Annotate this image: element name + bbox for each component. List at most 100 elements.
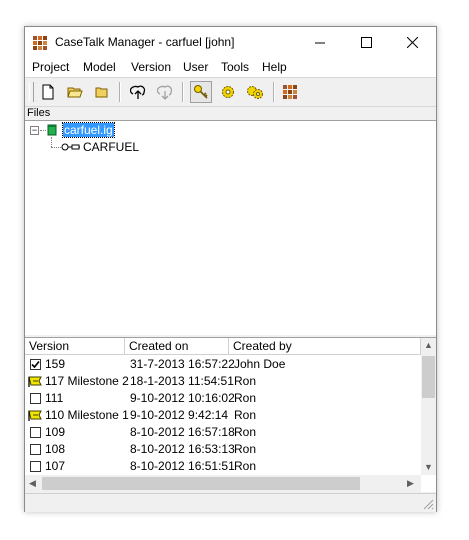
version-row[interactable]: 108 8-10-2012 16:53:13 Ron <box>25 441 420 458</box>
tree-item-carfuel-file[interactable]: carfuel.ig <box>62 122 115 138</box>
files-tree[interactable]: − carfuel.ig CARFUEL <box>25 121 436 335</box>
version-row[interactable]: 159 31-7-2013 16:57:22 John Doe <box>25 356 420 373</box>
column-header-created-by[interactable]: Created by <box>229 338 421 355</box>
maximize-icon <box>360 36 372 48</box>
column-header-version[interactable]: Version <box>25 338 125 355</box>
toolbar <box>25 77 436 107</box>
menu-help[interactable]: Help <box>262 60 287 74</box>
unchecked-checkbox[interactable] <box>30 393 41 404</box>
maximize-button[interactable] <box>343 27 389 57</box>
toolbar-separator <box>182 82 184 102</box>
check-in-button[interactable] <box>127 81 149 103</box>
column-header-created-on[interactable]: Created on <box>125 338 229 355</box>
new-document-icon <box>42 84 54 100</box>
close-button[interactable] <box>389 27 435 57</box>
close-icon <box>406 36 418 48</box>
tree-connector <box>40 130 46 131</box>
users-button[interactable] <box>244 81 266 103</box>
minimize-icon <box>314 42 325 43</box>
title-bar[interactable]: CaseTalk Manager - carfuel [john] <box>25 27 436 57</box>
version-row[interactable]: 109 8-10-2012 16:57:18 Ron <box>25 424 420 441</box>
model-key-icon <box>61 143 80 151</box>
milestone-flag-icon[interactable] <box>28 376 43 388</box>
status-bar <box>25 493 436 512</box>
created-by-cell: Ron <box>234 425 257 439</box>
casetalk-app-icon <box>33 36 47 50</box>
created-on-cell: 9-10-2012 9:42:14 <box>130 408 229 422</box>
key-icon <box>194 85 208 99</box>
scroll-down-icon[interactable]: ▼ <box>424 462 433 472</box>
created-on-cell: 8-10-2012 16:51:51 <box>130 459 235 473</box>
database-file-icon <box>47 124 57 136</box>
menu-tools[interactable]: Tools <box>221 60 249 74</box>
folder-icon <box>95 87 108 98</box>
menu-model[interactable]: Model <box>83 60 116 74</box>
tree-item-carfuel-model[interactable]: CARFUEL <box>83 140 139 154</box>
vertical-scroll-thumb[interactable] <box>422 356 435 398</box>
created-on-cell: 18-1-2013 11:54:51 <box>130 374 234 388</box>
milestone-flag-icon[interactable] <box>28 410 43 422</box>
created-by-cell: Ron <box>234 442 257 456</box>
casetalk-button[interactable] <box>279 81 301 103</box>
menu-project[interactable]: Project <box>32 60 69 74</box>
created-by-cell: John Doe <box>234 357 286 371</box>
version-cell: 109 <box>45 425 66 439</box>
toolbar-grip[interactable] <box>29 82 34 102</box>
horizontal-scroll-thumb[interactable] <box>42 477 360 490</box>
created-by-cell: Ron <box>234 408 257 422</box>
version-cell: 159 <box>45 357 66 371</box>
scroll-left-icon[interactable]: ◀ <box>29 478 36 489</box>
created-by-cell: Ron <box>234 374 257 388</box>
minimize-button[interactable] <box>297 27 343 57</box>
scroll-right-icon[interactable]: ▶ <box>407 478 414 489</box>
check-out-button[interactable] <box>154 81 176 103</box>
version-row[interactable]: 107 8-10-2012 16:51:51 Ron <box>25 458 420 475</box>
window-title: CaseTalk Manager - carfuel [john] <box>55 35 235 49</box>
tree-connector <box>51 147 61 148</box>
check-in-icon <box>130 85 146 99</box>
version-cell: 110 Milestone 1 <box>45 408 129 422</box>
menu-version[interactable]: Version <box>131 60 171 74</box>
casetalk-app-icon <box>283 85 297 99</box>
created-by-cell: Ron <box>234 391 257 405</box>
version-row[interactable]: 117 Milestone 2 18-1-2013 11:54:51 Ron <box>25 373 420 390</box>
version-row[interactable]: 110 Milestone 1 9-10-2012 9:42:14 Ron <box>25 407 420 424</box>
version-cell: 111 <box>45 391 64 405</box>
resize-grip-icon[interactable] <box>422 498 434 510</box>
toolbar-separator <box>273 82 275 102</box>
menu-user[interactable]: User <box>183 60 208 74</box>
scroll-up-icon[interactable]: ▲ <box>424 340 433 350</box>
files-header: Files <box>25 107 436 121</box>
open-button[interactable] <box>64 81 86 103</box>
created-on-cell: 8-10-2012 16:53:13 <box>130 442 235 456</box>
version-cell: 117 Milestone 2 <box>45 374 129 388</box>
created-on-cell: 9-10-2012 10:16:02 <box>130 391 235 405</box>
toolbar-separator <box>119 82 121 102</box>
unchecked-checkbox[interactable] <box>30 444 41 455</box>
tree-collapse-toggle[interactable]: − <box>30 126 39 135</box>
horizontal-scrollbar[interactable]: ◀ ▶ <box>25 475 421 492</box>
check-out-icon <box>157 85 173 100</box>
version-row[interactable]: 111 9-10-2012 10:16:02 Ron <box>25 390 420 407</box>
versions-list[interactable]: Version Created on Created by 159 31-7-20… <box>25 337 436 492</box>
checkmark-icon <box>31 360 40 369</box>
user-settings-button[interactable] <box>217 81 239 103</box>
created-by-cell: Ron <box>234 459 257 473</box>
open-folder-icon <box>67 87 83 98</box>
files-header-label: Files <box>27 107 51 119</box>
checked-checkbox[interactable] <box>30 359 41 370</box>
gear-key-icon <box>222 86 234 98</box>
menu-bar: Project Model Version User Tools Help <box>25 57 436 77</box>
unchecked-checkbox[interactable] <box>30 427 41 438</box>
version-cell: 108 <box>45 442 66 456</box>
version-cell: 107 <box>45 459 66 473</box>
login-button[interactable] <box>190 81 212 103</box>
vertical-scrollbar[interactable]: ▲ ▼ <box>421 338 436 475</box>
created-on-cell: 31-7-2013 16:57:22 <box>130 357 235 371</box>
folder-button[interactable] <box>91 81 113 103</box>
casetalk-manager-window: CaseTalk Manager - carfuel [john] Projec… <box>24 26 437 512</box>
unchecked-checkbox[interactable] <box>30 461 41 472</box>
created-on-cell: 8-10-2012 16:57:18 <box>130 425 235 439</box>
new-button[interactable] <box>37 81 59 103</box>
tree-connector <box>51 137 52 147</box>
